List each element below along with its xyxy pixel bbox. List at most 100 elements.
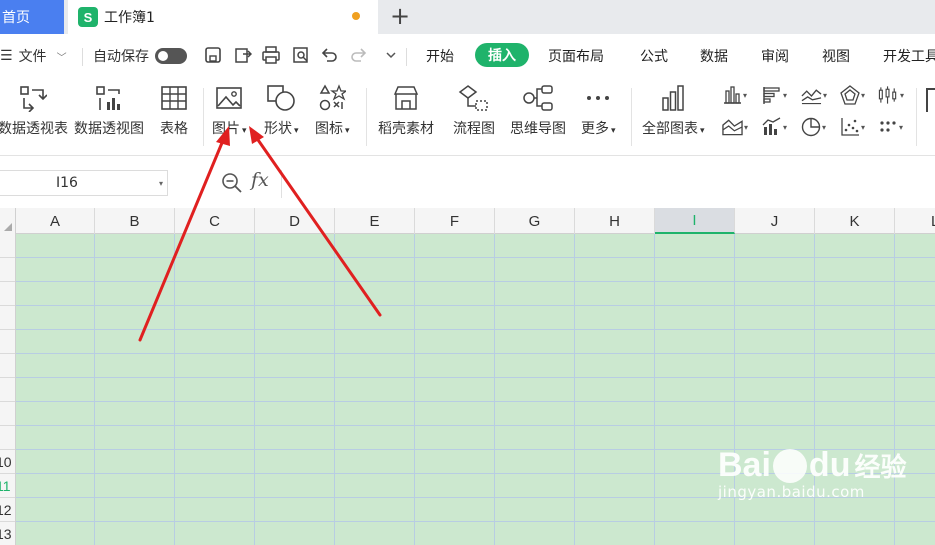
select-all-corner[interactable] <box>0 208 16 234</box>
spreadsheet-icon: S <box>78 7 98 27</box>
pivot-table-button[interactable]: 数据透视表 <box>0 84 68 138</box>
undo-icon[interactable] <box>318 44 340 66</box>
row-header[interactable] <box>0 402 15 426</box>
autosave-toggle[interactable]: 自动保存 <box>93 46 187 66</box>
new-tab-button[interactable]: + <box>388 2 412 30</box>
combo-chart-button[interactable]: ▾ <box>762 116 788 138</box>
stock-chart-icon <box>878 86 897 104</box>
divider <box>366 88 367 146</box>
column-header-f[interactable]: F <box>415 208 495 234</box>
shapes-button[interactable]: 形状 ▾ <box>264 84 299 138</box>
table-button[interactable]: 表格 <box>160 84 188 138</box>
icons-label: 图标 ▾ <box>315 121 350 137</box>
tab-developer[interactable]: 开发工具 <box>883 46 935 66</box>
plus-icon: + <box>389 2 411 30</box>
line-chart-button[interactable]: ▾ <box>801 84 827 106</box>
mind-map-button[interactable]: 思维导图 <box>510 84 566 138</box>
insert-ribbon: 数据透视表 数据透视图 表格 图片 ▾ 形状 ▾ 图标 ▾ 稻壳素材 流程图 思维导图… <box>0 80 935 156</box>
more-commands-icon[interactable] <box>380 44 402 66</box>
row-header[interactable] <box>0 306 15 330</box>
file-menu-button[interactable]: ☰ 文件 ﹀ <box>0 46 67 66</box>
column-chart-button[interactable]: ▾ <box>722 84 748 106</box>
materials-store-icon <box>393 86 419 110</box>
row-header[interactable] <box>0 426 15 450</box>
paw-logo-icon <box>772 448 807 483</box>
pivot-table-label: 数据透视表 <box>0 121 68 137</box>
file-menu-label: 文件 <box>18 49 47 65</box>
other-charts-button[interactable]: ▾ <box>878 116 904 138</box>
column-header-j[interactable]: J <box>735 208 815 234</box>
row-header-10[interactable]: 10 <box>0 450 15 474</box>
pie-chart-button[interactable]: ▾ <box>801 116 827 138</box>
column-header-i[interactable]: I <box>655 208 735 234</box>
divider <box>406 48 407 66</box>
more-button[interactable]: 更多 ▾ <box>581 84 616 138</box>
bar-chart-icon <box>763 87 780 104</box>
column-header-g[interactable]: G <box>495 208 575 234</box>
export-icon[interactable] <box>232 44 254 66</box>
tab-bar: 首页 S 工作簿1 + <box>0 0 935 34</box>
row-header[interactable] <box>0 354 15 378</box>
flowchart-button[interactable]: 流程图 <box>453 84 495 138</box>
zoom-icon[interactable] <box>221 172 243 198</box>
tab-data[interactable]: 数据 <box>700 46 728 66</box>
column-header-row: A B C D E F G H I J K L <box>0 208 935 234</box>
print-preview-icon[interactable] <box>290 44 312 66</box>
row-header-11[interactable]: 11 <box>0 474 15 498</box>
column-header-k[interactable]: K <box>815 208 895 234</box>
redo-icon[interactable] <box>348 44 370 66</box>
scatter-chart-button[interactable]: ▾ <box>840 116 866 138</box>
column-header-d[interactable]: D <box>255 208 335 234</box>
hamburger-icon: ☰ <box>0 48 13 64</box>
row-header[interactable] <box>0 282 15 306</box>
tab-insert[interactable]: 插入 <box>475 43 529 67</box>
chevron-down-icon: ﹀ <box>56 52 67 64</box>
row-header-13[interactable]: 13 <box>0 522 15 545</box>
row-header[interactable] <box>0 258 15 282</box>
column-header-a[interactable]: A <box>16 208 95 234</box>
cell-reference: I16 <box>56 175 78 191</box>
watermark-url: jingyan.baidu.com <box>718 483 865 501</box>
bar-chart-button[interactable]: ▾ <box>762 84 788 106</box>
insert-function-button[interactable]: fx <box>251 169 269 191</box>
name-box[interactable]: I16 ▾ <box>0 170 168 196</box>
tab-view[interactable]: 视图 <box>822 46 850 66</box>
icons-button[interactable]: 图标 ▾ <box>315 84 350 138</box>
picture-button[interactable]: 图片 ▾ <box>212 84 247 138</box>
docer-materials-label: 稻壳素材 <box>378 121 434 137</box>
all-charts-label: 全部图表 ▾ <box>642 121 705 137</box>
column-header-e[interactable]: E <box>335 208 415 234</box>
radar-chart-button[interactable]: ▾ <box>840 84 866 106</box>
docer-materials-button[interactable]: 稻壳素材 <box>378 84 434 138</box>
more-icon <box>587 96 610 100</box>
watermark-logo: Bai du 经验 <box>718 446 907 484</box>
toggle-switch[interactable] <box>155 48 187 64</box>
divider <box>916 88 917 146</box>
tab-workbook[interactable]: S 工作簿1 <box>68 0 378 34</box>
save-icon[interactable] <box>202 44 224 66</box>
scatter-chart-icon <box>841 118 859 136</box>
dots-grid-icon <box>880 121 896 132</box>
print-icon[interactable] <box>260 44 282 66</box>
row-header[interactable] <box>0 378 15 402</box>
pivot-chart-button[interactable]: 数据透视图 <box>74 84 144 138</box>
table-label: 表格 <box>160 121 188 137</box>
tab-review[interactable]: 审阅 <box>761 46 789 66</box>
pivot-table-icon <box>20 86 47 112</box>
unsaved-indicator <box>352 12 360 20</box>
column-header-b[interactable]: B <box>95 208 175 234</box>
row-header[interactable] <box>0 234 15 258</box>
column-header-c[interactable]: C <box>175 208 255 234</box>
row-header[interactable] <box>0 330 15 354</box>
tab-formulas[interactable]: 公式 <box>640 46 668 66</box>
stock-chart-button[interactable]: ▾ <box>878 84 904 106</box>
column-header-l[interactable]: L <box>895 208 935 234</box>
column-header-h[interactable]: H <box>575 208 655 234</box>
all-charts-button[interactable]: 全部图表 ▾ <box>642 84 705 138</box>
row-header-12[interactable]: 12 <box>0 498 15 522</box>
tab-home[interactable]: 首页 <box>0 0 64 34</box>
tab-page-layout[interactable]: 页面布局 <box>548 46 604 66</box>
area-chart-button[interactable]: ▾ <box>722 116 748 138</box>
picture-label: 图片 ▾ <box>212 121 247 137</box>
tab-home-ribbon[interactable]: 开始 <box>426 46 454 66</box>
